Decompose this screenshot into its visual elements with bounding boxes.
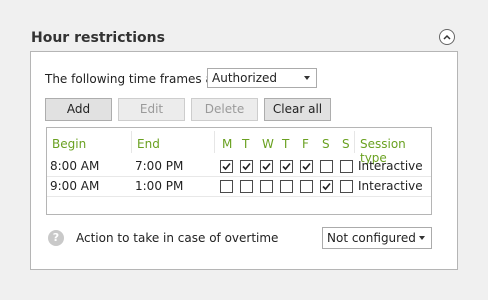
row-begin: 8:00 AM	[50, 159, 100, 173]
chevron-up-icon	[443, 34, 451, 40]
day-checkbox[interactable]	[300, 180, 313, 193]
day-checkbox[interactable]	[220, 160, 233, 173]
check-icon	[282, 162, 291, 171]
header-day: T	[242, 137, 250, 151]
header-day: F	[302, 137, 309, 151]
day-checkbox[interactable]	[340, 160, 353, 173]
header-day: M	[222, 137, 233, 151]
delete-button[interactable]: Delete	[191, 98, 258, 121]
row-divider	[47, 176, 431, 177]
timeframes-select[interactable]: Authorized	[207, 68, 317, 88]
row-begin: 9:00 AM	[50, 179, 100, 193]
day-checkbox[interactable]	[260, 180, 273, 193]
section-title: Hour restrictions	[31, 30, 165, 46]
collapse-button[interactable]	[439, 29, 455, 45]
header-begin: Begin	[52, 137, 87, 151]
hour-restrictions-panel: The following time frames are Authorized…	[30, 51, 458, 270]
check-icon	[242, 162, 251, 171]
overtime-select[interactable]: Not configured	[322, 227, 432, 249]
check-icon	[302, 162, 311, 171]
day-checkbox[interactable]	[320, 160, 333, 173]
row-end: 7:00 PM	[135, 159, 184, 173]
timeframes-select-value: Authorized	[212, 71, 278, 85]
day-checkbox[interactable]	[260, 160, 273, 173]
day-checkbox[interactable]	[240, 180, 253, 193]
help-icon[interactable]: ?	[48, 230, 64, 246]
time-frames-grid: Begin End Session type M T W T F S S 8:00 AM 7:0…	[46, 127, 432, 215]
dropdown-arrow-icon	[304, 76, 310, 80]
row-divider	[47, 196, 431, 197]
header-day: S	[342, 137, 350, 151]
row-end: 1:00 PM	[135, 179, 184, 193]
day-checkbox[interactable]	[240, 160, 253, 173]
header-end: End	[137, 137, 160, 151]
header-day: W	[262, 137, 274, 151]
check-icon	[262, 162, 271, 171]
add-button[interactable]: Add	[45, 98, 112, 121]
row-session-type: Interactive	[358, 159, 423, 173]
column-separator	[131, 131, 132, 153]
header-day: S	[322, 137, 330, 151]
clear-all-button[interactable]: Clear all	[264, 98, 331, 121]
day-checkbox[interactable]	[220, 180, 233, 193]
row-session-type: Interactive	[358, 179, 423, 193]
check-icon	[222, 162, 231, 171]
timeframes-label: The following time frames are	[45, 72, 225, 86]
overtime-label: Action to take in case of overtime	[76, 231, 279, 245]
overtime-select-value: Not configured	[327, 231, 416, 245]
header-day: T	[282, 137, 290, 151]
day-checkbox[interactable]	[320, 180, 333, 193]
edit-button[interactable]: Edit	[118, 98, 185, 121]
day-checkbox[interactable]	[340, 180, 353, 193]
column-separator	[214, 131, 215, 153]
check-icon	[322, 182, 331, 191]
dropdown-arrow-icon	[419, 236, 425, 240]
day-checkbox[interactable]	[280, 180, 293, 193]
day-checkbox[interactable]	[280, 160, 293, 173]
day-checkbox[interactable]	[300, 160, 313, 173]
column-separator	[354, 131, 355, 153]
